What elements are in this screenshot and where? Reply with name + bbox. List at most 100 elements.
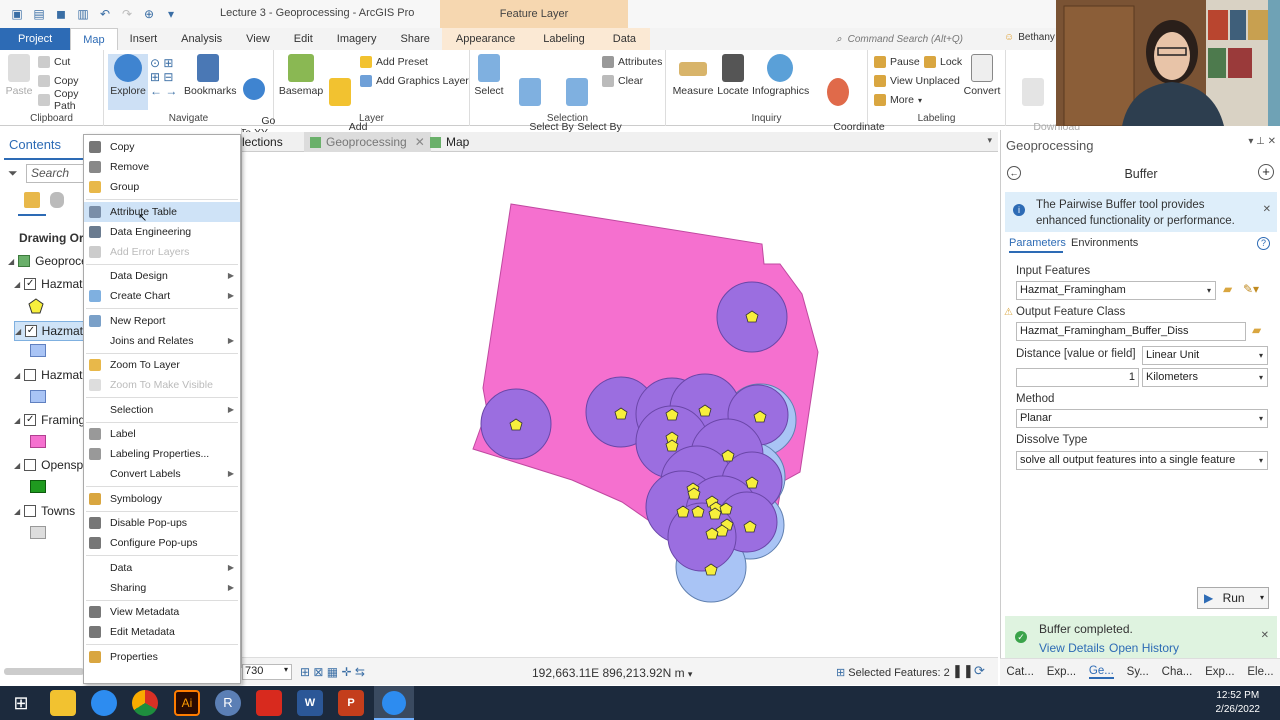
menu-item-configure-pop-ups[interactable]: Configure Pop-ups — [84, 533, 240, 553]
copy-button[interactable]: Copy — [38, 73, 79, 89]
filter-icon[interactable]: ⏷ — [8, 166, 18, 181]
bookmarks-button[interactable]: Bookmarks — [184, 54, 237, 97]
acrobat-icon[interactable] — [256, 690, 282, 716]
layer-checkbox[interactable] — [24, 369, 37, 381]
run-button[interactable]: ▶ Run ▾ — [1197, 587, 1269, 609]
map-view[interactable] — [242, 152, 998, 657]
clear-button[interactable]: Clear — [602, 73, 643, 89]
tab-imagery[interactable]: Imagery — [325, 28, 389, 50]
add-graphics-layer-button[interactable]: Add Graphics Layer — [360, 73, 469, 89]
nav-arrows[interactable]: ⊙ ⊞ ⊞ ⊟ ← → — [150, 56, 182, 100]
pane-controls[interactable]: ▾ ⊥ ✕ — [1248, 136, 1276, 147]
add-preset-button[interactable]: Add Preset — [360, 54, 428, 70]
menu-item-disable-pop-ups[interactable]: Disable Pop-ups — [84, 513, 240, 533]
layer-towns[interactable]: ◢ Towns — [14, 504, 75, 518]
file-explorer-icon[interactable] — [50, 690, 76, 716]
close-icon[interactable]: ✕ — [415, 135, 425, 149]
layer-hazmat-3[interactable]: ◢ Hazmat — [14, 368, 83, 382]
lock-button[interactable]: Lock — [924, 54, 962, 70]
layer-map-geoprocessing[interactable]: ◢ Geoproce — [8, 254, 88, 268]
save-icon[interactable]: ◼ — [52, 5, 70, 23]
menu-item-data-design[interactable]: Data Design ▶ — [84, 266, 240, 286]
grid-tools-icons[interactable]: ⊞ ⊠ ▦ ✛ ⇆ — [300, 665, 365, 679]
r-icon[interactable]: R — [215, 690, 241, 716]
distance-unit-select[interactable]: Kilometers ▾ — [1142, 368, 1268, 387]
menu-item-remove[interactable]: Remove — [84, 157, 240, 177]
powerpoint-icon[interactable]: P — [338, 690, 364, 716]
method-select[interactable]: Planar ▾ — [1016, 409, 1268, 428]
tab-selections[interactable]: lections — [242, 135, 283, 149]
layer-checkbox[interactable] — [24, 505, 37, 517]
system-clock[interactable]: 12:52 PM 2/26/2022 — [1216, 689, 1261, 717]
menu-item-label[interactable]: Label — [84, 424, 240, 444]
tab-labeling[interactable]: Labeling — [529, 28, 599, 50]
tab-data[interactable]: Data — [598, 28, 651, 50]
selected-features-status[interactable]: ⊞ Selected Features: 2 — [836, 666, 950, 679]
scale-input[interactable]: 730 ▾ — [242, 664, 292, 680]
tab-project[interactable]: Project — [0, 28, 71, 50]
tab-catalog[interactable]: Cat... — [1006, 666, 1033, 678]
tab-geoprocessing-map[interactable]: Geoprocessing ✕ — [304, 132, 431, 152]
layer-framingham[interactable]: ◢ ✓ Framing — [14, 413, 85, 427]
layer-checkbox[interactable]: ✓ — [24, 414, 37, 426]
tab-geoprocessing[interactable]: Ge... — [1088, 665, 1114, 679]
close-icon[interactable]: ✕ — [1261, 630, 1269, 641]
browse-folder-icon[interactable]: ▰ — [1223, 282, 1232, 296]
drawing-order-icon[interactable] — [24, 192, 40, 208]
coordinates-readout[interactable]: 192,663.11E 896,213.92N m ▾ — [532, 666, 692, 680]
browse-folder-icon[interactable]: ▰ — [1252, 323, 1261, 337]
menu-item-edit-metadata[interactable]: Edit Metadata — [84, 622, 240, 642]
menu-item-group[interactable]: Group — [84, 177, 240, 197]
tab-symbology[interactable]: Sy... — [1127, 666, 1149, 678]
command-search[interactable]: ⌕ Command Search (Alt+Q) — [836, 31, 976, 47]
measure-button[interactable]: Measure — [672, 54, 714, 97]
tab-insert[interactable]: Insert — [118, 28, 170, 50]
tab-environments[interactable]: Environments — [1071, 237, 1138, 249]
layer-openspace[interactable]: ◢ Opensp — [14, 458, 83, 472]
basemap-button[interactable]: Basemap — [278, 54, 324, 97]
tab-element[interactable]: Ele... — [1247, 666, 1273, 678]
sketch-pencil-icon[interactable]: ✎▾ — [1243, 282, 1259, 296]
new-project-icon[interactable]: ▣ — [8, 5, 26, 23]
distance-value-input[interactable]: 1 — [1016, 368, 1139, 387]
zoom-app-icon[interactable] — [91, 690, 117, 716]
dissolve-type-select[interactable]: solve all output features into a single … — [1016, 451, 1268, 470]
customize-icon[interactable]: ▾ — [162, 5, 180, 23]
convert-button[interactable]: Convert — [962, 54, 1002, 97]
infographics-button[interactable]: Infographics — [752, 54, 809, 97]
menu-item-selection[interactable]: Selection ▶ — [84, 400, 240, 420]
menu-item-data-engineering[interactable]: Data Engineering — [84, 222, 240, 242]
distance-type-select[interactable]: Linear Unit ▾ — [1142, 346, 1268, 365]
horizontal-scrollbar[interactable] — [4, 668, 84, 675]
undo-icon[interactable]: ↶ — [96, 5, 114, 23]
redo-icon[interactable]: ↷ — [118, 5, 136, 23]
view-details-link[interactable]: View Details — [1039, 641, 1105, 655]
tab-explore[interactable]: Exp... — [1047, 666, 1076, 678]
open-history-link[interactable]: Open History — [1109, 641, 1179, 655]
contents-search-input[interactable]: Search — [26, 164, 86, 183]
menu-item-labeling-properties[interactable]: Labeling Properties... — [84, 444, 240, 464]
tab-appearance[interactable]: Appearance — [441, 28, 530, 50]
pause-button[interactable]: Pause — [874, 54, 920, 70]
menu-item-attribute-table[interactable]: Attribute Table ↖ — [84, 201, 240, 224]
output-feature-class-input[interactable]: Hazmat_Framingham_Buffer_Diss — [1016, 322, 1246, 341]
tab-share[interactable]: Share — [389, 28, 442, 50]
view-unplaced-button[interactable]: View Unplaced — [874, 73, 960, 89]
cut-button[interactable]: Cut — [38, 54, 70, 70]
paste-button[interactable]: Paste — [4, 54, 34, 97]
menu-item-properties[interactable]: Properties — [84, 647, 240, 667]
copy-path-button[interactable]: Copy Path — [38, 88, 103, 112]
illustrator-icon[interactable]: Ai — [174, 690, 200, 716]
refresh-icon[interactable]: ⟳ — [974, 663, 985, 679]
pause-drawing-icon[interactable]: ❚❚ — [952, 663, 974, 679]
chrome-icon[interactable] — [132, 690, 158, 716]
locate-button[interactable]: Locate — [716, 54, 750, 97]
tabs-dropdown-icon[interactable]: ▾ — [987, 135, 992, 146]
attributes-button[interactable]: Attributes — [602, 54, 662, 70]
menu-item-data[interactable]: Data ▶ — [84, 558, 240, 578]
tab-map-view[interactable]: Map — [426, 132, 473, 152]
close-icon[interactable]: ✕ — [1263, 204, 1271, 215]
arcgis-pro-taskbar-item[interactable] — [374, 686, 414, 720]
menu-item-convert-labels[interactable]: Convert Labels ▶ — [84, 464, 240, 484]
layer-checkbox[interactable]: ✓ — [25, 325, 37, 337]
